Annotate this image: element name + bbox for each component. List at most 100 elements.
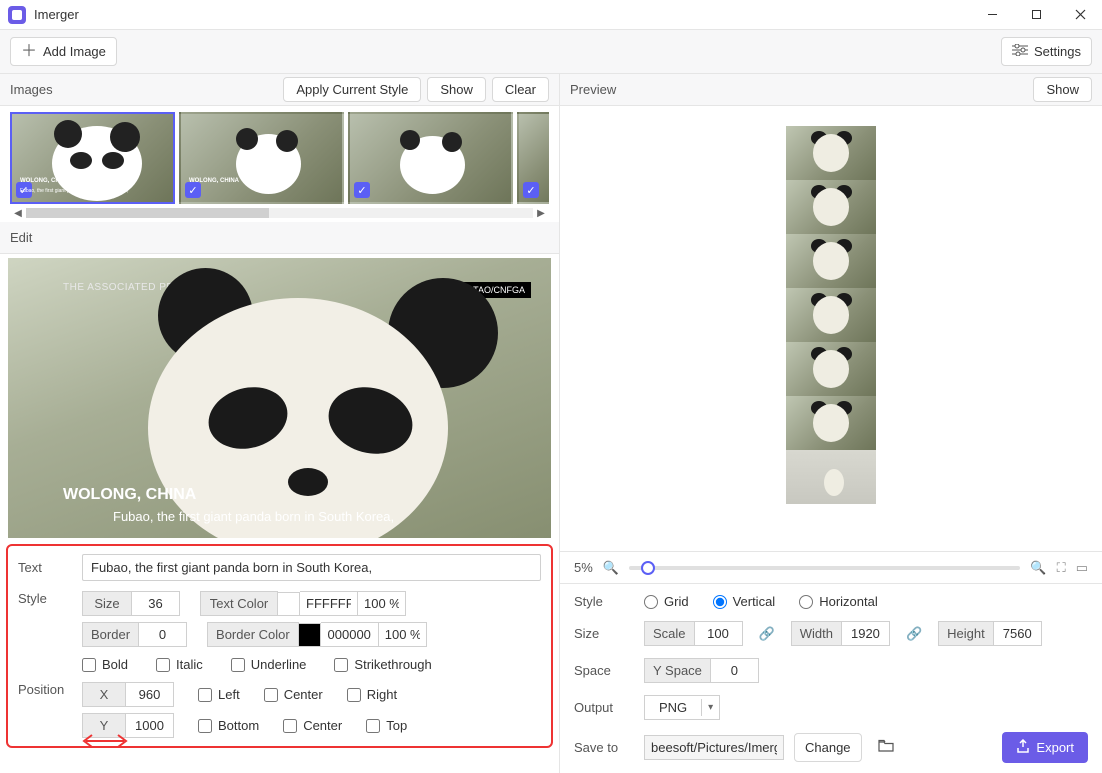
height-input[interactable]: [994, 621, 1042, 646]
style-row-label: Style: [18, 591, 74, 606]
border-input[interactable]: [139, 622, 187, 647]
text-color-opacity-input[interactable]: [358, 591, 406, 616]
folder-icon[interactable]: [872, 737, 900, 758]
thumbnail[interactable]: ✓ WOLONG, CHINA: [179, 112, 344, 204]
width-input[interactable]: [842, 621, 890, 646]
close-button[interactable]: [1058, 0, 1102, 30]
check-icon: ✓: [185, 182, 201, 198]
border-color-input[interactable]: [321, 622, 379, 647]
yspace-label: Y Space: [644, 658, 711, 683]
size-input[interactable]: [132, 591, 180, 616]
images-header: Images Apply Current Style Show Clear: [0, 74, 559, 106]
saveto-label: Save to: [574, 740, 634, 755]
thumbnail[interactable]: ✓: [348, 112, 513, 204]
toolbar: ＋ Add Image Settings: [0, 30, 1102, 74]
zoom-in-icon[interactable]: 🔍: [1030, 560, 1046, 576]
edit-preview-image: THE ASSOCIATED PRESS JIN TAO/CNFGA WOLON…: [8, 258, 551, 538]
x-label: X: [82, 682, 126, 707]
text-color-input[interactable]: [300, 591, 358, 616]
strikethrough-checkbox[interactable]: Strikethrough: [334, 657, 431, 672]
export-button[interactable]: Export: [1002, 732, 1088, 763]
x-input[interactable]: [126, 682, 174, 707]
align-center-x-checkbox[interactable]: Center: [264, 687, 323, 702]
output-label: Output: [574, 700, 634, 715]
y-input[interactable]: [126, 713, 174, 738]
saveto-input[interactable]: [644, 735, 784, 760]
scroll-left-icon[interactable]: ◀: [10, 208, 26, 219]
images-label: Images: [10, 82, 277, 97]
actual-size-icon[interactable]: ▭: [1076, 560, 1088, 576]
output-format-select[interactable]: PNG ▾: [644, 695, 720, 720]
border-color-label: Border Color: [207, 622, 299, 647]
check-icon: ✓: [523, 182, 539, 198]
text-style-form: Text Style Size Text Color: [6, 544, 553, 748]
preview-pane: [560, 106, 1102, 551]
thumbnail-scrollbar[interactable]: ◀ ▶: [10, 204, 549, 222]
preview-label: Preview: [570, 82, 1027, 97]
titlebar: Imerger: [0, 0, 1102, 30]
height-label: Height: [938, 621, 994, 646]
border-color-opacity-input[interactable]: [379, 622, 427, 647]
align-center-y-checkbox[interactable]: Center: [283, 718, 342, 733]
space-label: Space: [574, 663, 634, 678]
settings-button[interactable]: Settings: [1001, 37, 1092, 66]
preview-stack: [786, 126, 876, 543]
thumbnail-strip: ✓ WOLONG, CHINA Fubao, the first giant p…: [0, 106, 559, 222]
scale-input[interactable]: [695, 621, 743, 646]
yspace-input[interactable]: [711, 658, 759, 683]
text-color-label: Text Color: [200, 591, 278, 616]
align-right-checkbox[interactable]: Right: [347, 687, 397, 702]
grid-radio[interactable]: Grid: [644, 594, 689, 609]
check-icon: ✓: [354, 182, 370, 198]
link-icon[interactable]: 🔗: [753, 626, 781, 642]
preview-header: Preview Show: [560, 74, 1102, 106]
width-label: Width: [791, 621, 842, 646]
underline-checkbox[interactable]: Underline: [231, 657, 307, 672]
align-top-checkbox[interactable]: Top: [366, 718, 407, 733]
zoom-percent: 5%: [574, 560, 593, 575]
clear-button[interactable]: Clear: [492, 77, 549, 102]
text-row-label: Text: [18, 560, 74, 575]
show-button[interactable]: Show: [427, 77, 486, 102]
edit-header: Edit: [0, 222, 559, 254]
style-label: Style: [574, 594, 634, 609]
plus-icon: ＋: [21, 46, 37, 58]
add-image-label: Add Image: [43, 44, 106, 59]
change-button[interactable]: Change: [794, 733, 862, 762]
zoom-slider[interactable]: [629, 566, 1020, 570]
add-image-button[interactable]: ＋ Add Image: [10, 37, 117, 66]
size-label: Size: [82, 591, 132, 616]
maximize-button[interactable]: [1014, 0, 1058, 30]
app-title: Imerger: [34, 7, 79, 22]
zoom-bar: 5% 🔍 🔍 ⛶ ▭: [560, 551, 1102, 583]
border-label: Border: [82, 622, 139, 647]
fit-icon[interactable]: ⛶: [1057, 560, 1066, 576]
italic-checkbox[interactable]: Italic: [156, 657, 203, 672]
zoom-out-icon[interactable]: 🔍: [603, 560, 619, 576]
position-row-label: Position: [18, 682, 74, 697]
link-icon[interactable]: 🔗: [900, 626, 928, 642]
export-icon: [1016, 739, 1030, 756]
border-color-swatch[interactable]: [299, 623, 321, 647]
scroll-right-icon[interactable]: ▶: [533, 208, 549, 219]
highlight-arrow-icon: [80, 733, 130, 749]
horizontal-radio[interactable]: Horizontal: [799, 594, 878, 609]
settings-label: Settings: [1034, 44, 1081, 59]
caption-line1: WOLONG, CHINA: [63, 486, 196, 504]
thumbnail[interactable]: ✓: [517, 112, 549, 204]
preview-show-button[interactable]: Show: [1033, 77, 1092, 102]
edit-label: Edit: [10, 230, 549, 245]
bold-checkbox[interactable]: Bold: [82, 657, 128, 672]
align-left-checkbox[interactable]: Left: [198, 687, 240, 702]
align-bottom-checkbox[interactable]: Bottom: [198, 718, 259, 733]
vertical-radio[interactable]: Vertical: [713, 594, 776, 609]
size-prop-label: Size: [574, 626, 634, 641]
text-color-swatch[interactable]: [278, 592, 300, 616]
minimize-button[interactable]: [970, 0, 1014, 30]
text-input[interactable]: [82, 554, 541, 581]
thumbnail[interactable]: ✓ WOLONG, CHINA Fubao, the first giant p…: [10, 112, 175, 204]
apply-style-button[interactable]: Apply Current Style: [283, 77, 421, 102]
chevron-down-icon: ▾: [701, 699, 719, 716]
settings-icon: [1012, 44, 1028, 59]
scale-label: Scale: [644, 621, 695, 646]
